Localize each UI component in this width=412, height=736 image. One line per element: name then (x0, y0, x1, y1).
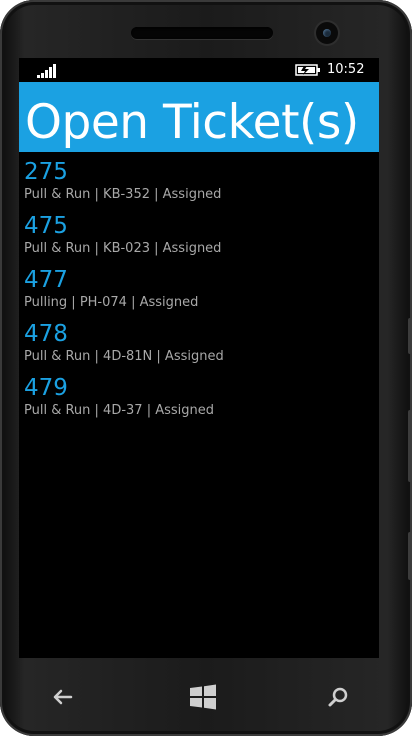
volume-up-button[interactable] (408, 318, 412, 354)
phone-frame: 10:52 Open Ticket(s) 275 Pull & Run | KB… (0, 0, 412, 736)
ticket-number: 479 (24, 375, 68, 401)
ticket-number: 275 (24, 159, 68, 185)
clock: 10:52 (327, 62, 365, 77)
ticket-detail: Pull & Run | KB-352 | Assigned (24, 187, 222, 202)
ticket-item-477[interactable]: 477 Pulling | PH-074 | Assigned (19, 266, 379, 320)
hardware-nav-bar (0, 660, 412, 730)
ticket-number: 477 (24, 267, 68, 293)
ticket-number: 475 (24, 213, 68, 239)
ticket-detail: Pull & Run | 4D-37 | Assigned (24, 403, 214, 418)
power-button[interactable] (408, 410, 412, 482)
back-arrow-icon[interactable] (45, 682, 81, 712)
front-camera (316, 22, 338, 44)
ticket-detail: Pull & Run | KB-023 | Assigned (24, 241, 222, 256)
ticket-detail: Pull & Run | 4D-81N | Assigned (24, 349, 224, 364)
page-title: Open Ticket(s) (25, 95, 359, 150)
status-bar: 10:52 (19, 58, 379, 82)
battery-charging-icon (295, 63, 321, 81)
screen: 10:52 Open Ticket(s) 275 Pull & Run | KB… (19, 58, 379, 658)
earpiece-speaker (131, 27, 273, 39)
signal-strength-icon (37, 64, 61, 78)
ticket-item-475[interactable]: 475 Pull & Run | KB-023 | Assigned (19, 212, 379, 266)
ticket-list: 275 Pull & Run | KB-352 | Assigned 475 P… (19, 158, 379, 428)
ticket-number: 478 (24, 321, 68, 347)
ticket-detail: Pulling | PH-074 | Assigned (24, 295, 199, 310)
windows-start-icon[interactable] (186, 682, 222, 712)
ticket-item-478[interactable]: 478 Pull & Run | 4D-81N | Assigned (19, 320, 379, 374)
camera-button[interactable] (408, 532, 412, 580)
search-icon[interactable] (320, 682, 356, 712)
page-header: Open Ticket(s) (19, 82, 379, 152)
ticket-item-275[interactable]: 275 Pull & Run | KB-352 | Assigned (19, 158, 379, 212)
ticket-item-479[interactable]: 479 Pull & Run | 4D-37 | Assigned (19, 374, 379, 428)
